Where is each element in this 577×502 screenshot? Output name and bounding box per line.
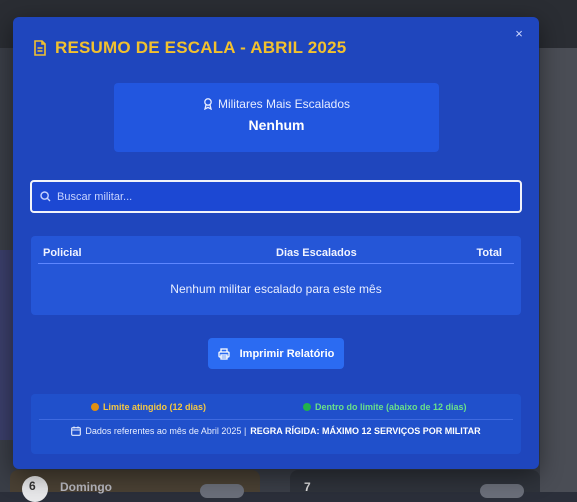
legend-limit-reached-label: Limite atingido (12 dias) [103, 402, 207, 412]
schedule-summary-modal: RESUMO DE ESCALA - ABRIL 2025 × Militare… [13, 17, 539, 469]
footer-divider [39, 419, 513, 420]
footer-note: Dados referentes ao mês de Abril 2025 | … [31, 426, 521, 436]
print-report-label: Imprimir Relatório [239, 347, 335, 360]
column-header-policial: Policial [43, 247, 82, 259]
search-input[interactable] [57, 190, 520, 203]
legend-footer: Limite atingido (12 dias) Dentro do limi… [31, 394, 521, 454]
footer-note-text: Dados referentes ao mês de Abril 2025 | [85, 426, 247, 436]
search-icon [40, 191, 51, 202]
schedule-table: Policial Dias Escalados Total Nenhum mil… [31, 236, 521, 315]
legend-limit-reached: Limite atingido (12 dias) [91, 402, 206, 412]
print-report-button[interactable]: Imprimir Relatório [208, 338, 344, 369]
background-pill-right [480, 484, 524, 498]
column-header-days: Dias Escalados [276, 247, 357, 259]
document-icon [33, 40, 47, 56]
modal-title-text: RESUMO DE ESCALA - ABRIL 2025 [55, 38, 347, 57]
close-icon: × [515, 26, 523, 41]
background-day-card-right: 7 [290, 470, 540, 498]
most-scheduled-card: Militares Mais Escalados Nenhum [114, 83, 439, 152]
background-right-panel [540, 48, 577, 492]
orange-dot-icon [91, 403, 99, 411]
green-dot-icon [303, 403, 311, 411]
footer-rule-text: REGRA RÍGIDA: MÁXIMO 12 SERVIÇOS POR MIL… [250, 426, 481, 436]
legend-within-limit-label: Dentro do limite (abaixo de 12 dias) [315, 402, 467, 412]
background-day-number: 6 [29, 479, 36, 493]
column-header-total: Total [476, 247, 502, 259]
background-pill [200, 484, 244, 498]
table-empty-message: Nenhum militar escalado para este mês [170, 282, 382, 296]
modal-title: RESUMO DE ESCALA - ABRIL 2025 [33, 37, 346, 59]
most-scheduled-value: Nenhum [248, 117, 305, 133]
most-scheduled-label-row: Militares Mais Escalados [114, 97, 439, 111]
legend-row: Limite atingido (12 dias) Dentro do limi… [31, 402, 521, 416]
award-icon [203, 98, 213, 110]
background-left-strip [0, 250, 13, 440]
close-button[interactable]: × [511, 26, 527, 42]
most-scheduled-label: Militares Mais Escalados [217, 97, 351, 111]
printer-icon [217, 347, 230, 360]
calendar-icon [71, 426, 82, 436]
search-field[interactable] [30, 180, 522, 213]
background-day-card: 6 Domingo [10, 470, 260, 502]
legend-within-limit: Dentro do limite (abaixo de 12 dias) [303, 402, 467, 412]
table-header: Policial Dias Escalados Total [38, 244, 514, 264]
